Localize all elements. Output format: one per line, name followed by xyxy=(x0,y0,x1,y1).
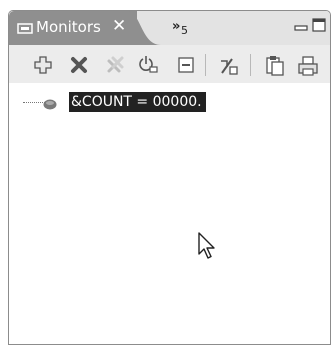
monitor-expression-label: &COUNT = 00000. xyxy=(69,92,206,112)
toolbar-separator xyxy=(205,54,206,76)
close-icon[interactable]: ✕ xyxy=(112,16,126,36)
minimize-icon[interactable] xyxy=(294,19,308,38)
new-renderings-icon[interactable] xyxy=(137,55,158,75)
view-toolbar xyxy=(9,45,330,83)
toolbar-separator xyxy=(250,54,251,76)
view-tab-bar: Monitors ✕ » 5 xyxy=(9,11,330,45)
overflow-tabs-button[interactable]: » 5 xyxy=(172,15,188,37)
print-icon[interactable] xyxy=(297,55,318,76)
tab-monitors[interactable]: Monitors ✕ xyxy=(9,11,137,45)
monitors-view-icon xyxy=(17,20,33,39)
copy-icon[interactable] xyxy=(265,55,285,76)
tab-label: Monitors xyxy=(36,18,101,36)
chevron-right-icon: » xyxy=(172,19,181,34)
mouse-cursor-icon xyxy=(198,232,215,259)
monitors-view: Monitors ✕ » 5 &COUNT = 00000. xyxy=(8,10,331,345)
maximize-icon[interactable] xyxy=(312,17,326,36)
tree-item-count-monitor[interactable]: &COUNT = 00000. xyxy=(23,92,243,112)
tab-edge xyxy=(127,11,161,45)
monitor-tree: &COUNT = 00000. xyxy=(9,83,330,344)
collapse-all-icon[interactable] xyxy=(176,55,196,75)
remove-all-monitors-icon[interactable] xyxy=(105,55,125,75)
monitor-node-icon xyxy=(43,95,57,110)
add-monitor-icon[interactable] xyxy=(33,55,53,75)
tree-connector xyxy=(23,102,45,103)
remove-monitor-icon[interactable] xyxy=(69,55,89,75)
link-with-debug-view-icon[interactable] xyxy=(218,55,238,75)
overflow-count: 5 xyxy=(181,24,188,37)
